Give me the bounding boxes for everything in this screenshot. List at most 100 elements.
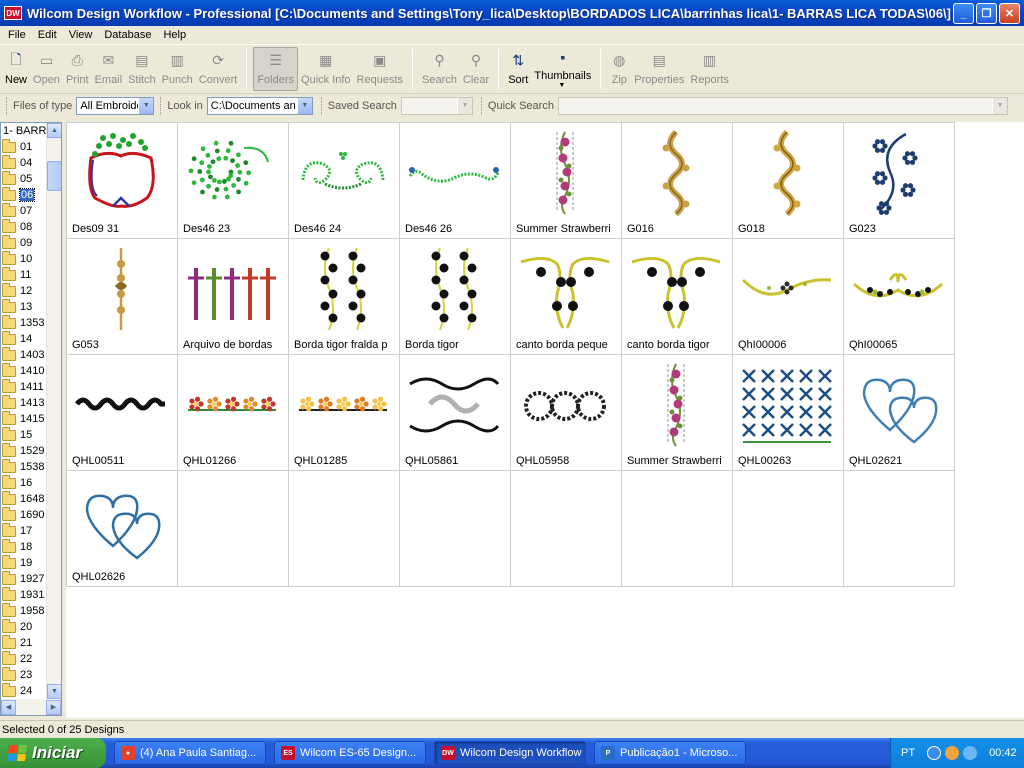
look-in-select[interactable]: C:\Documents an ▼ (206, 96, 313, 115)
tree-folder-item[interactable]: 1958 (1, 603, 47, 619)
scroll-right-icon[interactable]: ▶ (46, 699, 61, 715)
quick-info-button[interactable]: ▦ Quick Info (298, 47, 354, 91)
design-thumbnail[interactable]: QHL00263 (733, 355, 844, 471)
tree-folder-item[interactable]: 09 (1, 235, 47, 251)
close-button[interactable]: ✕ (999, 3, 1020, 24)
tree-folder-item[interactable]: 17 (1, 523, 47, 539)
tree-folder-item[interactable]: 04 (1, 155, 47, 171)
design-thumbnail[interactable]: Summer Strawberri (511, 123, 622, 239)
tree-folder-item[interactable]: 1529 (1, 443, 47, 459)
design-thumbnail[interactable]: Borda tigor (400, 239, 511, 355)
design-thumbnail[interactable]: QHL01266 (178, 355, 289, 471)
design-thumbnail[interactable]: G016 (622, 123, 733, 239)
tree-folder-item[interactable]: 13 (1, 299, 47, 315)
design-thumbnail[interactable]: Des46 23 (178, 123, 289, 239)
scroll-down-icon[interactable]: ▼ (47, 684, 61, 699)
files-of-type-select[interactable]: All Embroide ▼ (76, 96, 155, 115)
scroll-thumb[interactable] (47, 161, 61, 191)
design-thumbnail[interactable]: QHL02626 (67, 471, 178, 587)
scroll-up-icon[interactable]: ▲ (47, 123, 61, 138)
taskbar-button[interactable]: P Publicação1 - Microso... (594, 741, 746, 765)
requests-button[interactable]: ▣ Requests (354, 47, 406, 91)
design-thumbnail[interactable]: QHL05861 (400, 355, 511, 471)
new-button[interactable]: 🗋 New (2, 47, 30, 91)
toolbar-grip[interactable] (160, 96, 163, 115)
tree-folder-item[interactable]: 14 (1, 331, 47, 347)
tree-folder-item[interactable]: 07 (1, 203, 47, 219)
menu-view[interactable]: View (63, 29, 99, 41)
tree-folder-item[interactable]: 05 (1, 171, 47, 187)
tree-folder-item[interactable]: 1690 (1, 507, 47, 523)
design-thumbnail[interactable]: Borda tigor fralda p (289, 239, 400, 355)
design-thumbnail[interactable]: canto borda tigor (622, 239, 733, 355)
design-thumbnail[interactable]: Des46 24 (289, 123, 400, 239)
sort-button[interactable]: ⇅ Sort (505, 47, 531, 91)
taskbar-button[interactable]: DW Wilcom Design Workflow (434, 741, 586, 765)
maximize-button[interactable]: ❐ (976, 3, 997, 24)
convert-button[interactable]: ⟳ Convert (196, 47, 241, 91)
tree-folder-item[interactable]: 15 (1, 427, 47, 443)
design-thumbnail[interactable]: Des46 26 (400, 123, 511, 239)
tree-folder-item[interactable]: 22 (1, 651, 47, 667)
design-thumbnail[interactable]: Summer Strawberri (622, 355, 733, 471)
email-button[interactable]: ✉ Email (92, 47, 126, 91)
design-thumbnail[interactable]: G018 (733, 123, 844, 239)
menu-help[interactable]: Help (157, 29, 192, 41)
tree-folder-item[interactable]: 1403 (1, 347, 47, 363)
tree-horizontal-scrollbar[interactable]: ◀ ▶ (1, 699, 61, 715)
menu-edit[interactable]: Edit (32, 29, 63, 41)
taskbar-button[interactable]: ● (4) Ana Paula Santiag... (114, 741, 266, 765)
saved-search-select[interactable]: ▼ (400, 96, 473, 115)
start-button[interactable]: Iniciar (0, 738, 106, 768)
tree-folder-item[interactable]: 1415 (1, 411, 47, 427)
tree-folder-item[interactable]: 06 (1, 187, 47, 203)
tree-folder-item[interactable]: 24 (1, 683, 47, 699)
menu-database[interactable]: Database (98, 29, 157, 41)
stitch-button[interactable]: ▤ Stitch (125, 47, 159, 91)
scroll-left-icon[interactable]: ◀ (1, 699, 16, 715)
design-thumbnail[interactable]: QHL00511 (67, 355, 178, 471)
design-thumbnail[interactable]: Des09 31 (67, 123, 178, 239)
quick-search-input[interactable]: ▼ (557, 96, 1008, 115)
folders-button[interactable]: ☰ Folders (253, 46, 299, 91)
thumbnails-button[interactable]: ▪ Thumbnails ▼ (531, 47, 594, 91)
design-thumbnail[interactable]: QHL05958 (511, 355, 622, 471)
print-button[interactable]: ⎙ Print (63, 47, 92, 91)
language-indicator[interactable]: PT (901, 747, 915, 759)
search-button[interactable]: ⚲ Search (419, 47, 460, 91)
tree-folder-item[interactable]: 08 (1, 219, 47, 235)
tree-folder-item[interactable]: 16 (1, 475, 47, 491)
tree-folder-item[interactable]: 01 (1, 139, 47, 155)
tree-folder-item[interactable]: 19 (1, 555, 47, 571)
clear-button[interactable]: ⚲ Clear (460, 47, 492, 91)
design-thumbnail[interactable]: QHL01285 (289, 355, 400, 471)
dropdown-arrow-icon[interactable]: ▼ (558, 82, 565, 89)
tree-root[interactable]: 1- BARR (1, 123, 47, 139)
toolbar-grip[interactable] (320, 96, 324, 115)
tree-folder-item[interactable]: 1411 (1, 379, 47, 395)
tree-folder-item[interactable]: 1410 (1, 363, 47, 379)
chevron-down-icon[interactable]: ▼ (991, 97, 1007, 114)
open-button[interactable]: ▭ Open (30, 47, 63, 91)
tree-folder-item[interactable]: 20 (1, 619, 47, 635)
tree-folder-item[interactable]: 1538 (1, 459, 47, 475)
tree-folder-item[interactable]: 11 (1, 267, 47, 283)
design-thumbnail[interactable]: QHL02621 (844, 355, 955, 471)
app-logo-icon[interactable]: DW (4, 6, 22, 20)
toolbar-grip[interactable] (480, 96, 484, 115)
zip-button[interactable]: ◍ Zip (607, 47, 631, 91)
tree-folder-item[interactable]: 23 (1, 667, 47, 683)
network-icon[interactable] (963, 746, 978, 760)
properties-button[interactable]: ▤ Properties (631, 47, 687, 91)
design-thumbnail[interactable]: QhI00065 (844, 239, 955, 355)
chevron-down-icon[interactable]: ▼ (138, 97, 154, 114)
design-thumbnail[interactable]: G053 (67, 239, 178, 355)
tree-vertical-scrollbar[interactable]: ▲ ▼ (46, 123, 61, 699)
punch-button[interactable]: ▥ Punch (159, 47, 196, 91)
menu-file[interactable]: File (2, 29, 32, 41)
tree-folder-item[interactable]: 1353 (1, 315, 47, 331)
folder-tree[interactable]: 1- BARR 01 04 05 06 07 08 09 10 11 12 13 1353 14 1403… (0, 122, 62, 716)
tree-folder-item[interactable]: 18 (1, 539, 47, 555)
tree-folder-item[interactable]: 1927 (1, 571, 47, 587)
tree-folder-item[interactable]: 1413 (1, 395, 47, 411)
